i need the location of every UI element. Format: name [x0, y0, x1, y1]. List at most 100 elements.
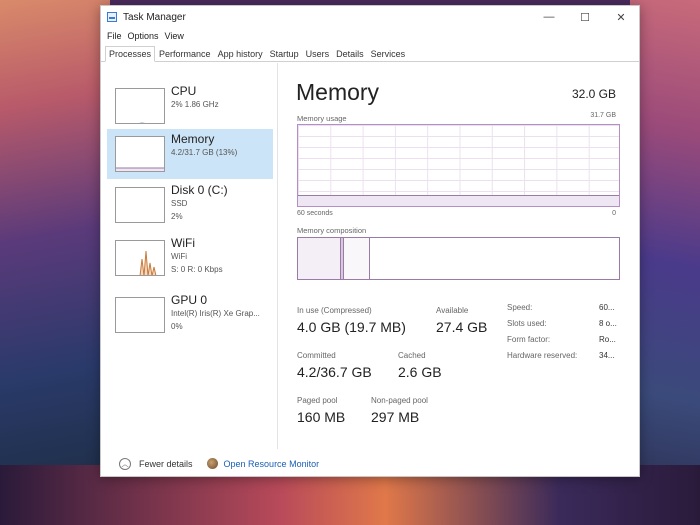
stat-available: Available 27.4 GB	[436, 306, 487, 335]
memory-usage-max: 31.7 GB	[590, 112, 616, 119]
memory-composition-label: Memory composition	[297, 226, 367, 235]
resource-disk[interactable]: Disk 0 (C:) SSD 2%	[107, 180, 273, 230]
memory-total: 32.0 GB	[571, 87, 616, 101]
task-manager-window: Task Manager — ☐ ✕ File Options View Pro…	[100, 5, 640, 477]
resource-sub-disk-type: SSD	[171, 199, 188, 208]
stat-in-use-value: 4.0 GB (19.7 MB)	[297, 319, 406, 335]
wifi-mini-graph	[139, 250, 157, 275]
stat-available-label: Available	[436, 306, 469, 315]
gpu-mini-graph	[116, 298, 165, 333]
stat-nonpaged-pool-value: 297 MB	[371, 409, 420, 425]
wifi-thumbnail	[115, 240, 165, 276]
page-title: Memory	[296, 79, 380, 105]
tab-users[interactable]: Users	[303, 47, 333, 61]
graph-time-span: 60 seconds	[297, 210, 333, 217]
spec-speed-value: 60...	[599, 303, 615, 312]
task-manager-icon	[107, 12, 117, 22]
composition-segment-in-use[interactable]	[298, 238, 342, 279]
menu-file[interactable]: File	[107, 31, 122, 41]
minimize-button[interactable]: —	[531, 6, 567, 28]
window-title: Task Manager	[123, 11, 186, 23]
resource-title-cpu: CPU	[171, 84, 197, 98]
resource-sub-cpu: 2% 1.86 GHz	[171, 100, 219, 109]
spec-form-factor: Form factor: Ro...	[507, 335, 637, 351]
resource-memory[interactable]: Memory 4.2/31.7 GB (13%)	[107, 129, 273, 179]
stat-paged-pool: Paged pool 160 MB	[297, 396, 345, 425]
stat-nonpaged-pool-label: Non-paged pool	[371, 396, 428, 405]
window-controls: — ☐ ✕	[531, 6, 639, 28]
chevron-up-icon[interactable]: ︿	[119, 457, 131, 470]
maximize-button[interactable]: ☐	[567, 6, 603, 28]
resource-title-disk: Disk 0 (C:)	[171, 183, 228, 197]
cpu-thumbnail	[115, 88, 165, 124]
stat-cached-value: 2.6 GB	[398, 364, 442, 380]
footer-bar: ︿ Fewer details Open Resource Monitor	[101, 449, 641, 478]
resource-monitor-icon	[206, 458, 218, 469]
stat-cached: Cached 2.6 GB	[398, 351, 442, 380]
resource-title-gpu: GPU 0	[171, 293, 208, 307]
composition-segment-standby[interactable]	[343, 238, 371, 279]
tab-startup[interactable]: Startup	[267, 47, 302, 61]
memory-usage-label: Memory usage	[297, 114, 347, 123]
spec-slots-value: 8 o...	[599, 319, 617, 328]
performance-body: CPU 2% 1.86 GHz Memory 4.2/31.7 GB (13%)	[101, 63, 641, 449]
memory-mini-graph	[116, 167, 164, 171]
resource-sub-wifi-name: WiFi	[171, 252, 187, 261]
memory-usage-graph	[297, 124, 620, 207]
stat-committed-label: Committed	[297, 351, 336, 360]
fewer-details-link[interactable]: Fewer details	[139, 459, 193, 469]
resource-sub-gpu-usage: 0%	[171, 321, 183, 331]
stat-in-use: In use (Compressed) 4.0 GB (19.7 MB)	[297, 306, 406, 335]
resource-sub-disk-usage: 2%	[171, 211, 183, 221]
resource-title-memory: Memory	[171, 132, 215, 146]
memory-composition-bar	[297, 237, 620, 280]
disk-mini-graph	[116, 188, 165, 223]
open-resource-monitor-link[interactable]: Open Resource Monitor	[224, 459, 320, 469]
resource-cpu[interactable]: CPU 2% 1.86 GHz	[107, 81, 273, 131]
tab-details[interactable]: Details	[333, 47, 367, 61]
spec-slots-key: Slots used:	[507, 319, 547, 328]
memory-specs: Speed: 60... Slots used: 8 o... Form fac…	[507, 303, 637, 367]
spec-form-factor-value: Ro...	[599, 335, 616, 344]
menu-options[interactable]: Options	[128, 31, 159, 41]
spec-hardware-reserved: Hardware reserved: 34...	[507, 351, 637, 367]
wallpaper-left	[0, 0, 110, 525]
memory-thumbnail	[115, 136, 165, 172]
spec-hardware-reserved-key: Hardware reserved:	[507, 351, 578, 360]
menu-bar: File Options View	[101, 28, 639, 44]
tab-performance[interactable]: Performance	[156, 47, 214, 61]
spec-form-factor-key: Form factor:	[507, 335, 551, 344]
spec-speed: Speed: 60...	[507, 303, 637, 319]
title-bar[interactable]: Task Manager — ☐ ✕	[101, 6, 639, 28]
spec-slots: Slots used: 8 o...	[507, 319, 637, 335]
tab-app-history[interactable]: App history	[215, 47, 266, 61]
spec-hardware-reserved-value: 34...	[599, 351, 615, 360]
composition-segment-free[interactable]	[370, 238, 619, 279]
resource-sub-gpu-name: Intel(R) Iris(R) Xe Grap...	[171, 309, 260, 318]
stat-committed: Committed 4.2/36.7 GB	[297, 351, 372, 380]
resource-wifi[interactable]: WiFi WiFi S: 0 R: 0 Kbps	[107, 233, 273, 283]
menu-view[interactable]: View	[165, 31, 184, 41]
stat-in-use-label: In use (Compressed)	[297, 306, 372, 315]
spec-speed-key: Speed:	[507, 303, 533, 312]
stat-nonpaged-pool: Non-paged pool 297 MB	[371, 396, 428, 425]
gpu-thumbnail	[115, 297, 165, 333]
tab-processes[interactable]: Processes	[105, 46, 156, 62]
stat-paged-pool-label: Paged pool	[297, 396, 338, 405]
stat-cached-label: Cached	[398, 351, 426, 360]
disk-thumbnail	[115, 187, 165, 223]
tab-bar: Processes Performance App history Startu…	[101, 44, 639, 62]
resource-title-wifi: WiFi	[171, 236, 195, 250]
stat-paged-pool-value: 160 MB	[297, 409, 346, 425]
tab-services[interactable]: Services	[368, 47, 409, 61]
close-button[interactable]: ✕	[603, 6, 639, 28]
resource-gpu[interactable]: GPU 0 Intel(R) Iris(R) Xe Grap... 0%	[107, 290, 273, 340]
cpu-mini-graph	[138, 122, 146, 123]
stat-committed-value: 4.2/36.7 GB	[297, 364, 372, 380]
resource-sub-memory: 4.2/31.7 GB (13%)	[171, 148, 238, 157]
stat-available-value: 27.4 GB	[436, 319, 488, 335]
pane-divider[interactable]	[277, 63, 278, 449]
memory-detail-panel: Memory 32.0 GB Memory usage 31.7 GB 60 s…	[296, 63, 626, 449]
resource-list: CPU 2% 1.86 GHz Memory 4.2/31.7 GB (13%)	[107, 63, 273, 449]
graph-time-end: 0	[612, 210, 616, 217]
